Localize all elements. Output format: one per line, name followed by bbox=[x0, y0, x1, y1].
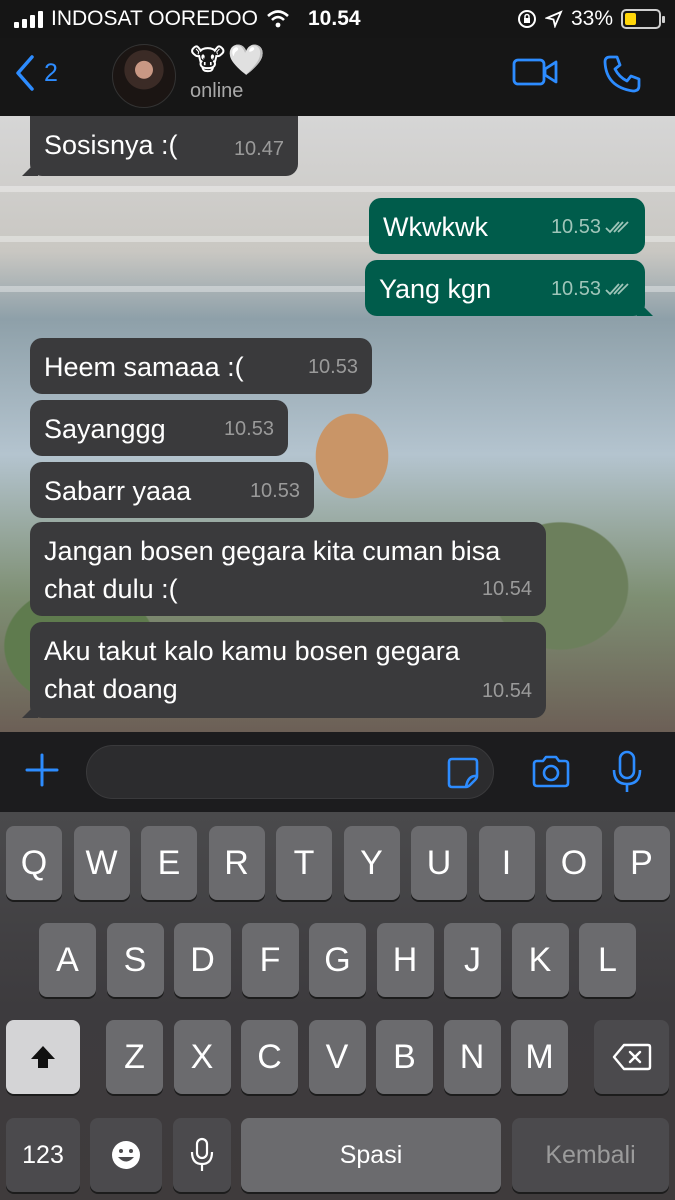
microphone-icon bbox=[190, 1137, 214, 1171]
keyboard: QWERTYUIOP ASDFGHJKL ZXCVBNM 123 Spasi K… bbox=[0, 812, 675, 1200]
signal-icon bbox=[14, 10, 43, 28]
key-u[interactable]: U bbox=[411, 826, 467, 900]
bubble-tail bbox=[22, 702, 38, 718]
microphone-icon[interactable] bbox=[610, 750, 644, 794]
numbers-key[interactable]: 123 bbox=[6, 1118, 80, 1192]
key-a[interactable]: A bbox=[39, 923, 96, 997]
status-right: 33% bbox=[517, 7, 665, 31]
wallpaper-stripe bbox=[0, 186, 675, 192]
carrier-label: INDOSAT OOREDOO bbox=[51, 7, 258, 30]
space-key[interactable]: Spasi bbox=[241, 1118, 501, 1192]
video-call-icon[interactable] bbox=[512, 56, 560, 88]
delete-icon bbox=[612, 1043, 651, 1071]
key-t[interactable]: T bbox=[276, 826, 332, 900]
wifi-icon bbox=[267, 10, 289, 28]
battery-percent: 33% bbox=[570, 7, 613, 30]
backspace-key[interactable] bbox=[594, 1020, 669, 1094]
chevron-left-icon bbox=[16, 55, 34, 91]
key-e[interactable]: E bbox=[141, 826, 197, 900]
contact-name: 🐮🤍 bbox=[190, 44, 267, 77]
key-g[interactable]: G bbox=[309, 923, 366, 997]
key-s[interactable]: S bbox=[106, 923, 164, 997]
double-check-icon bbox=[605, 221, 629, 234]
location-icon bbox=[544, 10, 563, 28]
back-button[interactable]: 2 bbox=[14, 54, 58, 92]
message-time: 10.54 bbox=[481, 680, 532, 702]
emoji-icon bbox=[112, 1141, 140, 1169]
key-q[interactable]: Q bbox=[6, 826, 62, 900]
double-check-icon bbox=[605, 283, 629, 296]
contact-info[interactable]: 🐮🤍 online bbox=[190, 44, 267, 103]
contact-status: online bbox=[190, 80, 244, 102]
plus-icon[interactable] bbox=[24, 752, 60, 788]
shift-arrow-icon bbox=[31, 1046, 55, 1068]
key-h[interactable]: H bbox=[376, 923, 434, 997]
emoji-key[interactable] bbox=[90, 1118, 162, 1192]
key-i[interactable]: I bbox=[478, 826, 535, 900]
status-time: 10.54 bbox=[308, 7, 361, 30]
message-bubble-incoming[interactable]: Heem samaaa :( 10.53 bbox=[30, 338, 372, 394]
key-k[interactable]: K bbox=[511, 923, 569, 997]
message-text: Jangan bosen gegara kita cuman bisa chat… bbox=[44, 536, 501, 604]
shift-key[interactable] bbox=[6, 1020, 80, 1094]
key-o[interactable]: O bbox=[546, 826, 602, 900]
message-bubble-incoming[interactable]: Sosisnya :( 10.47 bbox=[22, 116, 298, 176]
camera-icon[interactable] bbox=[530, 754, 572, 790]
message-text: Aku takut kalo kamu bosen gegara chat do… bbox=[44, 636, 460, 704]
key-z[interactable]: Z bbox=[106, 1020, 163, 1094]
chat-area[interactable]: Sosisnya :( 10.47 Wkwkwk 10.53 Yang kgn … bbox=[0, 116, 675, 732]
key-f[interactable]: F bbox=[241, 923, 299, 997]
key-j[interactable]: J bbox=[444, 923, 501, 997]
status-left: INDOSAT OOREDOO bbox=[14, 7, 290, 31]
key-y[interactable]: Y bbox=[343, 826, 400, 900]
message-time: 10.53 bbox=[223, 418, 274, 440]
bubble-tail bbox=[637, 300, 653, 316]
message-bubble-incoming[interactable]: Sabarr yaaa 10.53 bbox=[30, 462, 314, 518]
orientation-lock-icon bbox=[517, 10, 536, 28]
message-bubble-incoming[interactable]: Sayanggg 10.53 bbox=[30, 400, 288, 456]
battery-icon bbox=[621, 9, 665, 29]
sticker-icon[interactable] bbox=[446, 756, 480, 790]
key-p[interactable]: P bbox=[613, 826, 670, 900]
key-c[interactable]: C bbox=[241, 1020, 298, 1094]
avatar[interactable] bbox=[112, 44, 176, 108]
message-time: 10.54 bbox=[481, 578, 532, 600]
message-bubble-outgoing[interactable]: Yang kgn 10.53 bbox=[365, 260, 653, 316]
battery-fill bbox=[625, 13, 636, 25]
return-key[interactable]: Kembali bbox=[512, 1118, 669, 1192]
chat-header: 2 🐮🤍 online bbox=[0, 38, 675, 116]
status-bar: INDOSAT OOREDOO 10.54 33% bbox=[0, 0, 675, 38]
key-b[interactable]: B bbox=[376, 1020, 433, 1094]
phone-call-icon[interactable] bbox=[602, 54, 642, 94]
message-time: 10.53 bbox=[307, 356, 358, 378]
key-r[interactable]: R bbox=[208, 826, 265, 900]
key-m[interactable]: M bbox=[511, 1020, 568, 1094]
key-x[interactable]: X bbox=[173, 1020, 231, 1094]
bubble-tail bbox=[22, 160, 38, 176]
key-l[interactable]: L bbox=[579, 923, 636, 997]
message-time: 10.53 bbox=[249, 480, 300, 502]
message-bubble-incoming[interactable]: Jangan bosen gegara kita cuman bisa chat… bbox=[30, 522, 546, 616]
message-time: 10.47 bbox=[233, 138, 284, 160]
key-w[interactable]: W bbox=[73, 826, 130, 900]
message-time: 10.53 bbox=[551, 270, 631, 308]
dictation-key[interactable] bbox=[173, 1118, 231, 1192]
message-input-bar bbox=[0, 732, 675, 812]
key-n[interactable]: N bbox=[443, 1020, 501, 1094]
message-bubble-incoming[interactable]: Aku takut kalo kamu bosen gegara chat do… bbox=[22, 622, 546, 718]
message-bubble-outgoing[interactable]: Wkwkwk 10.53 bbox=[369, 198, 645, 254]
message-time: 10.53 bbox=[551, 208, 631, 246]
message-input[interactable] bbox=[86, 745, 494, 799]
key-d[interactable]: D bbox=[174, 923, 231, 997]
key-v[interactable]: V bbox=[308, 1020, 366, 1094]
back-count: 2 bbox=[44, 58, 58, 87]
